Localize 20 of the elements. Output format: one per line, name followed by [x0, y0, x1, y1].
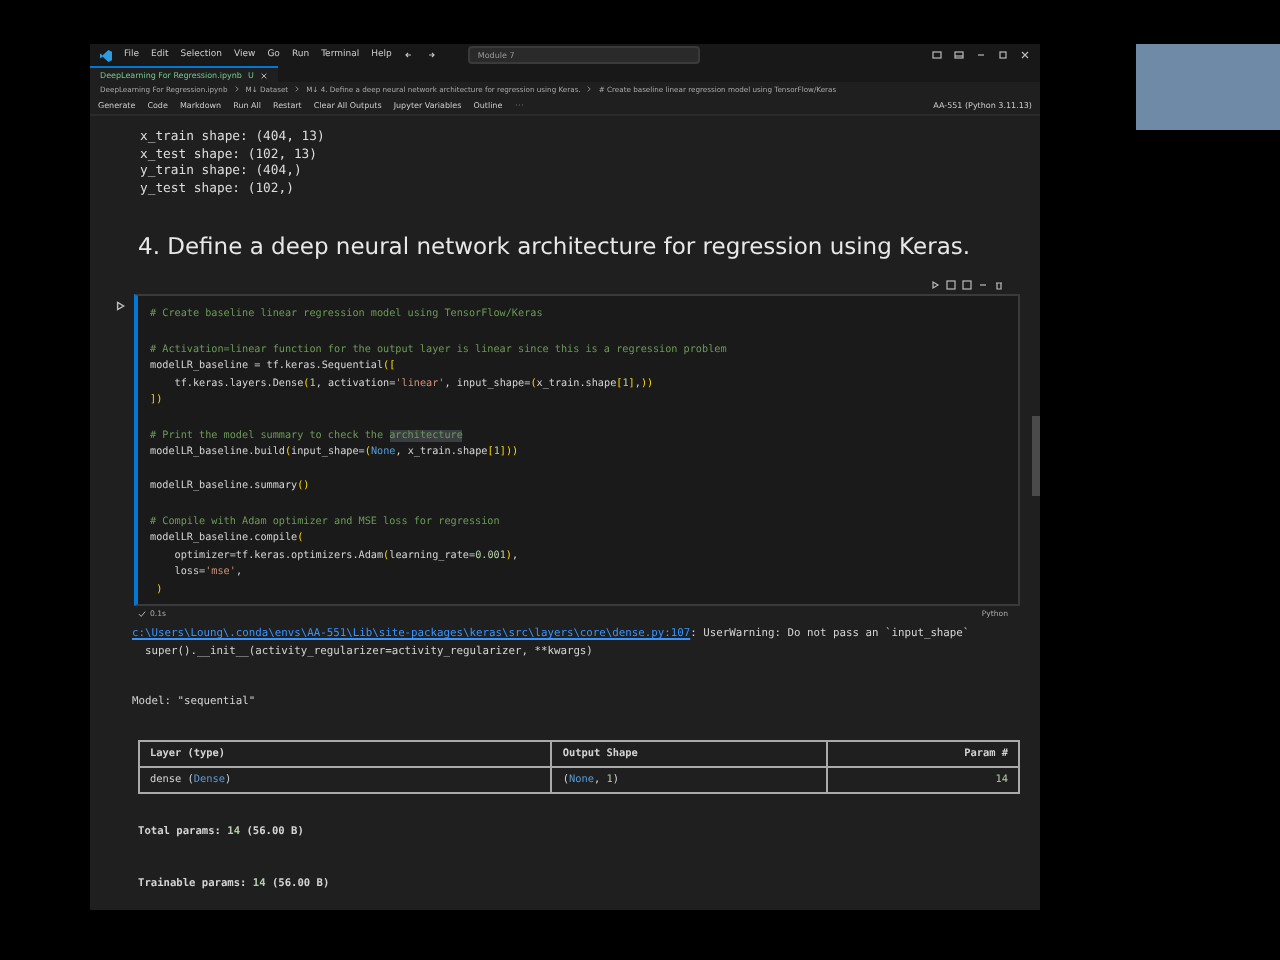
scrollbar-thumb[interactable]: [1032, 416, 1040, 496]
back-arrow-icon: [403, 50, 414, 60]
video-placeholder: [1136, 44, 1280, 130]
run-icon: [930, 280, 940, 291]
markdown-heading: 4. Define a deep neural network architecture for regression using Keras.: [138, 232, 973, 261]
minimize-icon: [976, 50, 986, 60]
maximize-icon: [998, 50, 1008, 60]
close-icon: [259, 71, 268, 79]
split-icon: [946, 280, 956, 291]
collapse-icon: [978, 280, 988, 291]
code-cell[interactable]: [134, 294, 1020, 607]
run-cell-icon: [114, 300, 126, 313]
close-icon: [1020, 50, 1030, 60]
check-icon: [138, 609, 146, 618]
panel-icon: [954, 50, 964, 60]
delete-icon: [994, 280, 1004, 291]
move-icon: [962, 280, 972, 291]
layout-icon: [932, 50, 942, 60]
forward-arrow-icon: [425, 50, 436, 60]
app-logo-icon: [100, 49, 112, 61]
